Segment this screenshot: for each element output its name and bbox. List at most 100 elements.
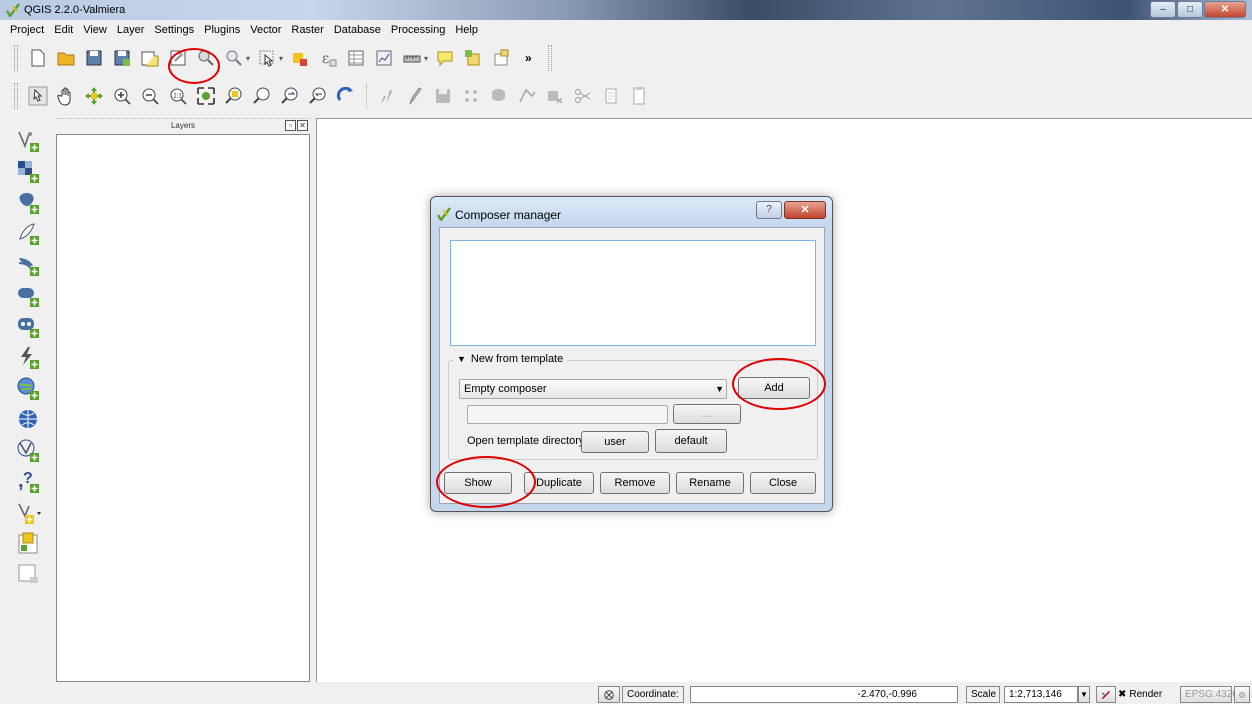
toolbar-grip[interactable] (14, 83, 18, 109)
add-spatialite-layer-icon[interactable] (16, 221, 42, 247)
map-tips-icon[interactable] (434, 47, 456, 69)
save-edits-icon[interactable] (432, 85, 454, 107)
template-select[interactable]: Empty composer ▼ (459, 379, 727, 399)
zoom-to-selection-icon[interactable] (195, 47, 217, 69)
composer-list[interactable] (450, 240, 816, 346)
new-project-icon[interactable] (27, 47, 49, 69)
menu-view[interactable]: View (78, 24, 112, 36)
menu-plugins[interactable]: Plugins (199, 24, 245, 36)
close-panel-button[interactable]: ✕ (297, 120, 308, 131)
statistics-icon[interactable] (373, 47, 395, 69)
save-as-icon[interactable] (111, 47, 133, 69)
add-wcs-layer-icon[interactable] (16, 407, 42, 433)
add-wms-layer-icon[interactable] (16, 376, 42, 402)
add-postgis-layer-icon[interactable] (16, 190, 42, 216)
crs-button[interactable]: EPSG:4326 (1180, 686, 1238, 703)
template-path-field[interactable] (467, 405, 668, 424)
add-delimited-text-layer-icon[interactable]: ,? (16, 469, 42, 495)
composer-manager-icon[interactable] (167, 47, 189, 69)
new-bookmark-icon[interactable] (462, 47, 484, 69)
user-button[interactable]: user (581, 431, 649, 453)
attribute-table-icon[interactable] (345, 47, 367, 69)
zoom-full-icon[interactable] (195, 85, 217, 107)
close-window-button[interactable]: ✕ (1204, 1, 1246, 18)
toolbar-more-button[interactable]: » (525, 51, 532, 65)
pan-to-selection-icon[interactable] (83, 85, 105, 107)
add-mssql-layer-icon[interactable] (16, 252, 42, 278)
toolbar-grip[interactable] (547, 45, 552, 71)
zoom-in-icon[interactable] (111, 85, 133, 107)
menu-help[interactable]: Help (450, 24, 483, 36)
menu-settings[interactable]: Settings (149, 24, 199, 36)
remove-layer-icon[interactable] (16, 562, 42, 588)
dialog-close-button[interactable]: ✕ (784, 201, 826, 219)
edit-pencil-icon[interactable] (404, 85, 426, 107)
chevron-down-icon[interactable]: ▾ (246, 54, 250, 63)
add-db2-layer-icon[interactable] (16, 314, 42, 340)
menu-database[interactable]: Database (329, 24, 386, 36)
add-virtual-layer-icon[interactable] (16, 345, 42, 371)
delete-selected-icon[interactable] (544, 85, 566, 107)
chevron-down-icon[interactable]: ▼ (715, 380, 724, 398)
add-oracle-layer-icon[interactable] (16, 283, 42, 309)
duplicate-button[interactable]: Duplicate (524, 472, 594, 494)
messages-icon[interactable] (1234, 686, 1250, 703)
add-gps-layer-icon[interactable] (16, 531, 42, 557)
new-shapefile-layer-icon[interactable] (16, 500, 42, 526)
toggle-editing-icon[interactable] (376, 85, 398, 107)
save-project-icon[interactable] (83, 47, 105, 69)
pan-hand-icon[interactable] (55, 85, 77, 107)
select-features-icon[interactable] (256, 47, 278, 69)
open-project-icon[interactable] (55, 47, 77, 69)
move-feature-icon[interactable] (488, 85, 510, 107)
menu-edit[interactable]: Edit (49, 24, 78, 36)
add-raster-layer-icon[interactable] (16, 159, 42, 185)
menu-raster[interactable]: Raster (286, 24, 328, 36)
checkbox-x-icon[interactable]: ✖ (1118, 689, 1126, 700)
deselect-icon[interactable] (289, 47, 311, 69)
menu-vector[interactable]: Vector (245, 24, 286, 36)
cut-features-icon[interactable] (572, 85, 594, 107)
layers-tree[interactable] (56, 134, 310, 682)
touch-zoom-icon[interactable] (27, 85, 49, 107)
zoom-to-selection-map-icon[interactable] (251, 85, 273, 107)
refresh-icon[interactable] (335, 85, 357, 107)
zoom-actual-size-icon[interactable]: 1:1 (167, 85, 189, 107)
rename-button[interactable]: Rename (676, 472, 744, 494)
zoom-to-layer-icon[interactable] (223, 85, 245, 107)
maximize-button[interactable]: □ (1177, 1, 1203, 18)
paste-features-icon[interactable] (628, 85, 650, 107)
node-tool-icon[interactable] (516, 85, 538, 107)
add-feature-icon[interactable] (460, 85, 482, 107)
zoom-last-icon[interactable] (279, 85, 301, 107)
browse-button[interactable]: ... (673, 404, 741, 424)
add-vector-layer-icon[interactable] (16, 128, 42, 154)
scale-field[interactable]: 1:2,713,146 (1004, 686, 1078, 703)
zoom-out-icon[interactable] (139, 85, 161, 107)
chevron-down-icon[interactable]: ▾ (279, 54, 283, 63)
chevron-down-icon[interactable]: ▼ (1078, 686, 1090, 703)
collapse-arrow-icon[interactable]: ▼ (457, 354, 466, 364)
coordinate-toggle-icon[interactable] (598, 686, 620, 703)
zoom-tools-icon[interactable] (223, 47, 245, 69)
zoom-next-icon[interactable] (307, 85, 329, 107)
add-button[interactable]: Add (738, 377, 810, 399)
menu-layer[interactable]: Layer (112, 24, 150, 36)
show-button[interactable]: Show (444, 472, 512, 494)
render-checkbox[interactable]: ✖ Render (1118, 686, 1176, 703)
measure-icon[interactable] (401, 47, 423, 69)
remove-button[interactable]: Remove (600, 472, 670, 494)
help-button[interactable]: ? (756, 201, 782, 219)
new-print-composer-icon[interactable] (139, 47, 161, 69)
chevron-down-icon[interactable]: ▾ (424, 54, 428, 63)
default-button[interactable]: default (655, 429, 727, 453)
copy-features-icon[interactable] (600, 85, 622, 107)
stop-render-icon[interactable] (1096, 686, 1116, 703)
close-button[interactable]: Close (750, 472, 816, 494)
minimize-button[interactable]: ‒ (1150, 1, 1176, 18)
menu-processing[interactable]: Processing (386, 24, 450, 36)
toolbar-grip[interactable] (14, 45, 18, 71)
field-calculator-icon[interactable]: ε (317, 47, 339, 69)
template-group-toggle[interactable]: ▼ New from template (453, 353, 568, 365)
add-wfs-layer-icon[interactable] (16, 438, 42, 464)
